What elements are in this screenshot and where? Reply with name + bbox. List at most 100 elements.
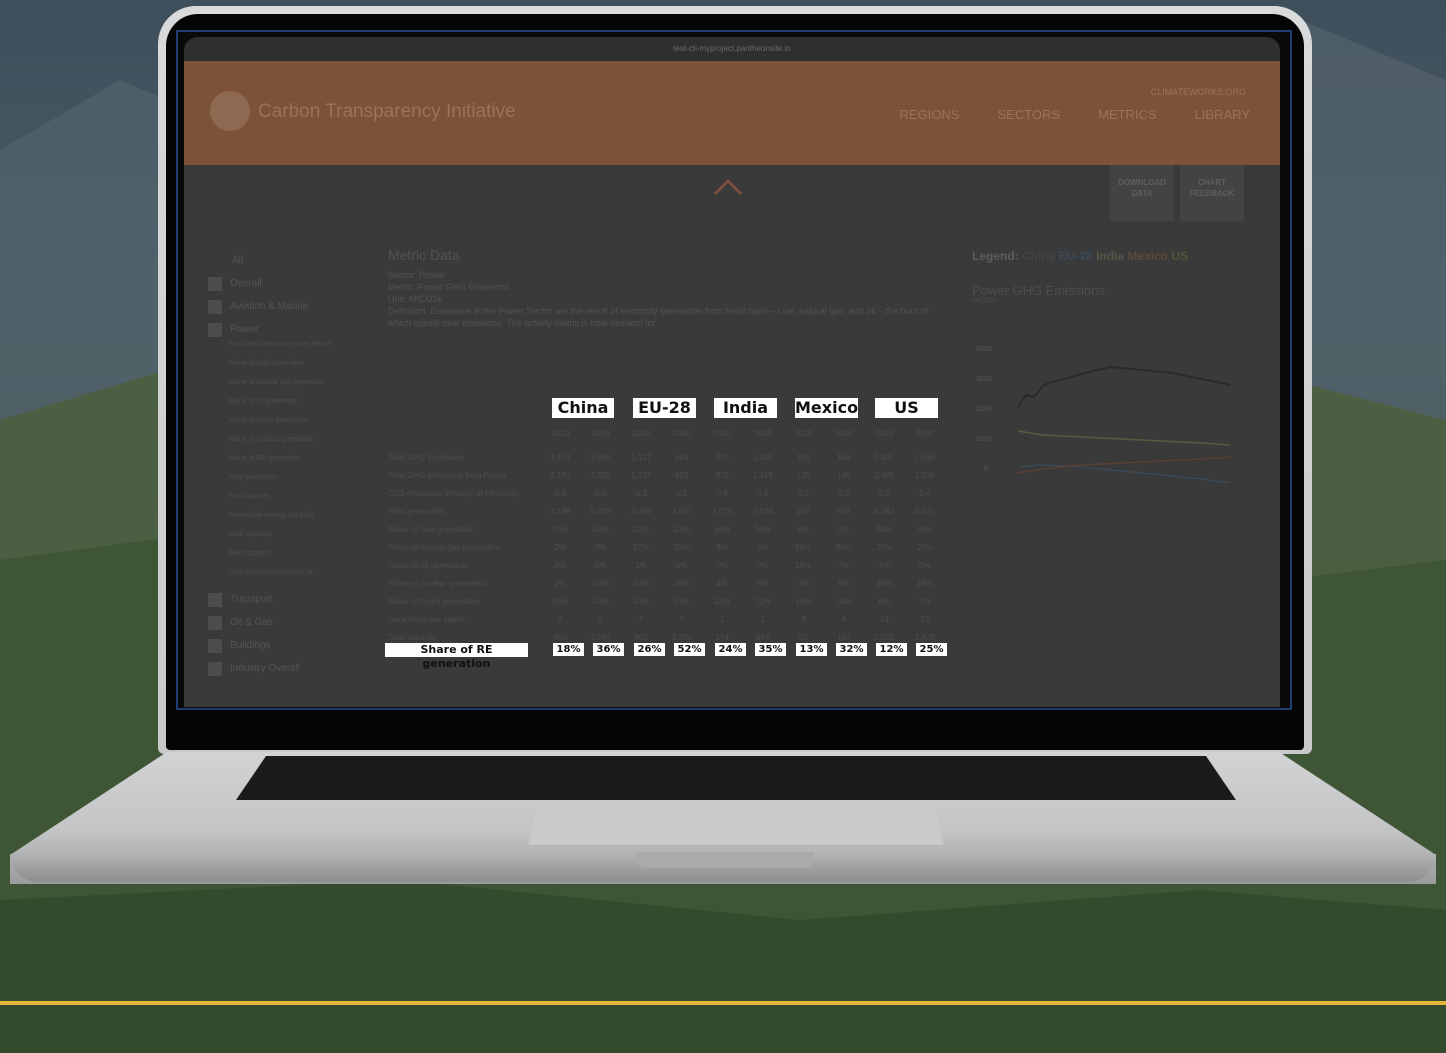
collapse-chevron-icon[interactable]	[713, 178, 743, 208]
sidebar-subitem[interactable]: Total generation	[208, 474, 358, 493]
nav-metrics[interactable]: METRICS	[1098, 107, 1157, 122]
sidebar-item-buildings[interactable]: Buildings	[208, 634, 358, 657]
table-cell: 18%	[916, 579, 933, 588]
legend-mexico[interactable]: Mexico	[1127, 249, 1168, 263]
table-cell: 1,079	[712, 507, 733, 516]
sidebar-subitem[interactable]: Renewable energy capacity	[208, 512, 358, 531]
re-value-7: 32%	[836, 643, 867, 656]
table-cell: 1%	[878, 561, 891, 570]
table-cell: 135	[796, 471, 810, 480]
year-header: 2030	[834, 429, 853, 438]
table-cell: 14%	[592, 597, 609, 606]
re-value-5: 35%	[755, 643, 786, 656]
table-cell: 7	[679, 615, 684, 624]
nav-sectors[interactable]: SECTORS	[997, 107, 1060, 122]
sidebar-item-power[interactable]: Power	[208, 318, 358, 341]
sidebar-subitem[interactable]: GHG emissions intensity of	[208, 569, 358, 588]
legend-eu[interactable]: EU-28	[1059, 249, 1093, 263]
table-cell: 0.5	[797, 489, 809, 498]
sidebar-subitem[interactable]: Wind capacity	[208, 550, 358, 569]
y-tick-0: 0	[984, 466, 988, 473]
table-cell: 10%	[592, 579, 609, 588]
sidebar-subitem[interactable]: Share of hydro generation	[208, 417, 358, 436]
row-label: Share of coal generation	[388, 525, 476, 534]
sidebar-subitem[interactable]: Share of RE generation	[208, 455, 358, 474]
laptop-trackpad	[528, 808, 944, 846]
table-cell: 27%	[916, 543, 933, 552]
legend-india[interactable]: India	[1096, 249, 1124, 263]
nav-regions[interactable]: REGIONS	[900, 107, 960, 122]
sidebar-item-overall[interactable]: Overall	[208, 272, 358, 295]
table-cell: 1%	[635, 561, 648, 570]
table-row: Share of oil generation 3% 0% 1% 0% 0% 0% 19% 7%…	[388, 561, 948, 579]
country-label-china: China	[552, 398, 614, 418]
table-cell: 0.3	[635, 489, 647, 498]
metric-unit: Unit: MtCO2e	[388, 294, 443, 304]
re-value-3: 52%	[674, 643, 705, 656]
table-cell: 3,174	[550, 471, 571, 480]
climateworks-link[interactable]: CLIMATEWORKS.ORG	[1151, 87, 1246, 97]
table-cell: 2%	[837, 525, 850, 534]
legend: Legend: China EU-28 India Mexico US Powe…	[972, 249, 1262, 305]
table-cell: 0%	[918, 561, 931, 570]
table-cell: 24%	[633, 579, 650, 588]
row-label: Total GHG Emissions	[388, 453, 465, 462]
re-value-8: 12%	[876, 643, 907, 656]
re-value-1: 36%	[593, 643, 624, 656]
table-cell: 0%	[716, 561, 729, 570]
sidebar-subitem[interactable]: Solar capacity	[208, 531, 358, 550]
table-row: Share of natural gas generation 2% 3% 27% 15…	[388, 543, 948, 561]
sidebar-subitem[interactable]: Share of nuclear generation	[208, 436, 358, 455]
sidebar-subitem[interactable]: Share of natural gas generation	[208, 379, 358, 398]
chart-feedback-button[interactable]: CHART FEEDBACK	[1180, 165, 1244, 221]
sidebar-item-aviation[interactable]: Aviation & Marine	[208, 295, 358, 318]
sidebar-item-oil-gas[interactable]: Oil & Gas	[208, 611, 358, 634]
country-label-us: US	[875, 398, 938, 418]
table-cell: 20%	[876, 579, 893, 588]
download-data-button[interactable]: DOWNLOAD DATA	[1110, 165, 1174, 221]
table-cell: 629	[675, 453, 689, 462]
table-cell: 146	[837, 453, 851, 462]
table-cell: 3	[558, 615, 563, 624]
country-label-eu28: EU-28	[633, 398, 696, 418]
site-name[interactable]: Carbon Transparency Initiative	[258, 101, 516, 123]
table-cell: 16%	[552, 597, 569, 606]
table-cell: 1	[720, 615, 725, 624]
table-cell: 23%	[876, 543, 893, 552]
nav-library[interactable]: LIBRARY	[1195, 107, 1250, 122]
table-cell: 2,405	[874, 453, 895, 462]
row-label: Generation per capita	[388, 615, 465, 624]
table-cell: 4	[841, 615, 846, 624]
re-value-4: 24%	[715, 643, 746, 656]
mini-chart-title: Power GHG Emissions	[972, 283, 1105, 298]
cti-logo-icon[interactable]	[210, 91, 250, 131]
table-cell: 30%	[916, 525, 933, 534]
sidebar-subitem[interactable]: Total GHG emissions from Power	[208, 341, 358, 360]
table-cell: 14	[879, 615, 889, 624]
sidebar-item-all[interactable]: All	[208, 249, 358, 272]
overall-icon	[208, 276, 222, 291]
re-value-9: 25%	[916, 643, 947, 656]
table-row: Total GHG Emissions 3,174 3,855 1,127 629 875…	[388, 453, 948, 471]
table-cell: 3%	[554, 561, 567, 570]
table-cell: 59%	[795, 543, 812, 552]
legend-us[interactable]: US	[1171, 249, 1188, 263]
table-cell: 1,127	[631, 453, 652, 462]
sidebar-subitem[interactable]: Share of oil generation	[208, 398, 358, 417]
table-cell: 75%	[552, 525, 569, 534]
sidebar-subitem[interactable]: Share of coal generation	[208, 360, 358, 379]
table-cell: 287	[796, 507, 810, 516]
year-header: 2030	[753, 429, 772, 438]
year-header: 2010	[794, 429, 813, 438]
browser-url-bar[interactable]: test-cti-myproject.pantheonsite.io	[184, 37, 1280, 61]
table-cell: 4,382	[874, 507, 895, 516]
legend-china[interactable]: China	[1022, 249, 1055, 263]
table-cell: 7	[639, 615, 644, 624]
sidebar-item-transport[interactable]: Transport	[208, 588, 358, 611]
aviation-icon	[208, 299, 222, 314]
table-cell: 8,479	[590, 507, 611, 516]
table-cell: 2%	[554, 543, 567, 552]
sidebar-item-industry-overall[interactable]: Industry Overall	[208, 657, 358, 680]
sidebar-subitem[interactable]: Total capacity	[208, 493, 358, 512]
table-cell: 0.3	[838, 489, 850, 498]
